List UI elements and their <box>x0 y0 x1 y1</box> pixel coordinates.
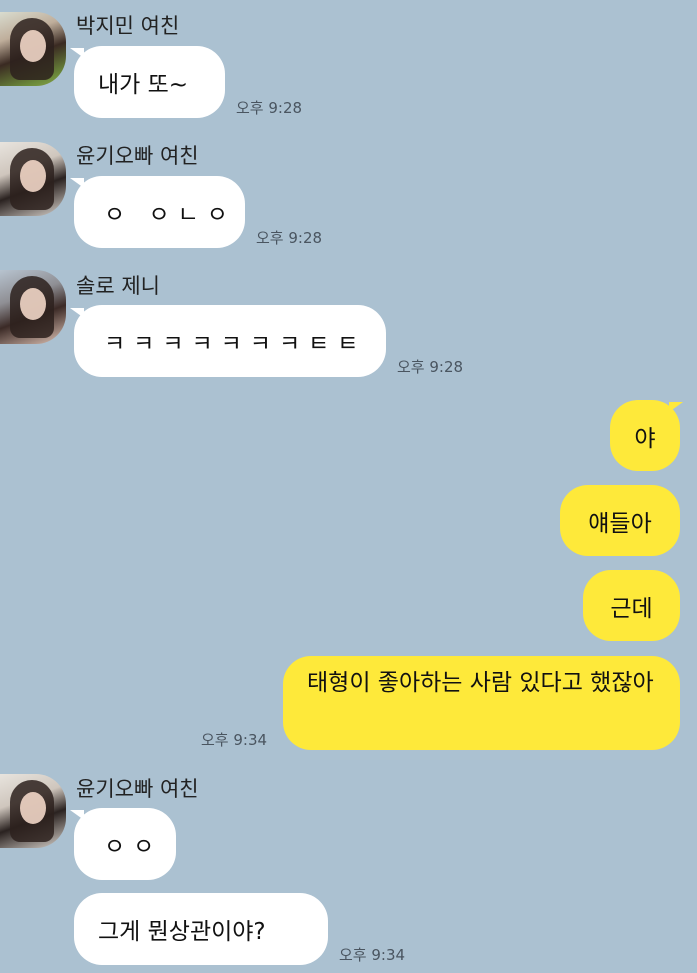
message-text: 태형이 좋아하는 사람 있다고 했잖아 <box>307 670 654 696</box>
message-text: 야 <box>634 425 656 452</box>
sender-name: 솔로 제니 <box>76 274 160 298</box>
message-time: 오후 9:28 <box>256 229 323 247</box>
sender-name: 박지민 여친 <box>76 14 180 38</box>
sender-avatar[interactable] <box>0 142 66 216</box>
message-time: 오후 9:28 <box>397 358 464 376</box>
avatar-face-shape <box>20 792 46 824</box>
message-text: 얘들아 <box>588 510 652 537</box>
message-bubble[interactable]: 얘들아 <box>560 485 680 556</box>
message-bubble[interactable]: 근데 <box>583 570 680 641</box>
message-text: 그게 뭔상관이야? <box>98 919 266 945</box>
message-bubble[interactable]: ㅋㅋㅋㅋㅋㅋㅋㅌㅌ <box>74 305 386 377</box>
message-text: ㅇ ㅇㄴㅇ <box>104 202 236 228</box>
message-text: ㅇㅇ <box>104 834 163 860</box>
message-bubble[interactable]: 야 <box>610 400 680 471</box>
message-text: 내가 또~ <box>98 72 189 98</box>
sender-name: 윤기오빠 여친 <box>76 144 199 168</box>
message-bubble[interactable]: 태형이 좋아하는 사람 있다고 했잖아 <box>283 656 680 750</box>
sender-avatar[interactable] <box>0 12 66 86</box>
message-bubble[interactable]: 그게 뭔상관이야? <box>74 893 328 965</box>
avatar-face-shape <box>20 288 46 320</box>
avatar-face-shape <box>20 30 46 62</box>
avatar-face-shape <box>20 160 46 192</box>
sender-name: 윤기오빠 여친 <box>76 777 199 801</box>
message-time: 오후 9:34 <box>201 731 268 749</box>
message-bubble[interactable]: ㅇ ㅇㄴㅇ <box>74 176 245 248</box>
sender-avatar[interactable] <box>0 774 66 848</box>
message-time: 오후 9:28 <box>236 99 303 117</box>
message-bubble[interactable]: ㅇㅇ <box>74 808 176 880</box>
message-time: 오후 9:34 <box>339 946 406 964</box>
message-bubble[interactable]: 내가 또~ <box>74 46 225 118</box>
message-text: 근데 <box>610 595 653 622</box>
message-text: ㅋㅋㅋㅋㅋㅋㅋㅌㅌ <box>104 331 367 357</box>
sender-avatar[interactable] <box>0 270 66 344</box>
